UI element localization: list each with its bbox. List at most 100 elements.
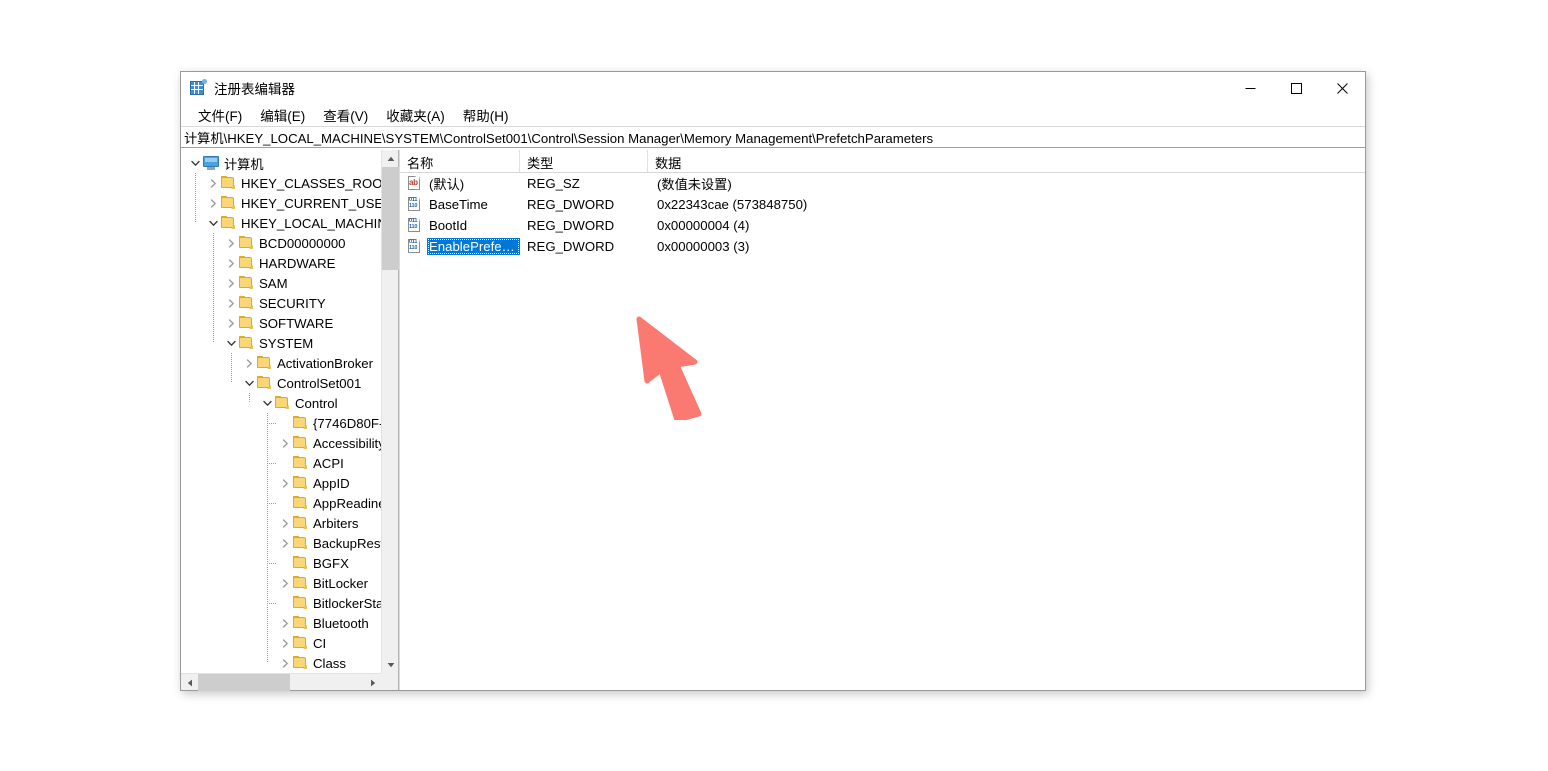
tree-node[interactable]: BitLocker <box>181 573 381 593</box>
value-type-cell: REG_DWORD <box>527 197 615 212</box>
registry-values-pane: 名称 类型 数据 ab (默认) REG_SZ (数值未设置) 011 110 BaseTi… <box>399 150 1365 690</box>
chevron-right-icon[interactable] <box>277 653 293 673</box>
chevron-right-icon[interactable] <box>223 293 239 313</box>
tree-node[interactable]: {7746D80F-97 <box>181 413 381 433</box>
chevron-right-icon[interactable] <box>277 573 293 593</box>
chevron-right-icon[interactable] <box>277 533 293 553</box>
tree-node[interactable]: CI <box>181 633 381 653</box>
chevron-right-icon[interactable] <box>277 633 293 653</box>
menu-item-view[interactable]: 查看(V) <box>314 103 377 128</box>
tree-node-label: Class <box>313 655 346 671</box>
tree-scrollbar-corner <box>381 673 398 690</box>
tree-node-label: BackupResto <box>313 535 381 551</box>
value-name-cell: ab (默认) <box>400 173 520 194</box>
tree-node[interactable]: HARDWARE <box>181 253 381 273</box>
menu-item-file[interactable]: 文件(F) <box>189 103 251 128</box>
folder-icon <box>293 436 309 450</box>
title-bar: 注册表编辑器 <box>181 72 1365 104</box>
folder-icon <box>221 176 237 190</box>
tree-node[interactable]: SECURITY <box>181 293 381 313</box>
tree-node-label: HKEY_CLASSES_ROOT <box>241 175 381 191</box>
tree-node[interactable]: ControlSet001 <box>181 373 381 393</box>
tree-node[interactable]: SOFTWARE <box>181 313 381 333</box>
tree-connector-line <box>267 423 277 424</box>
menu-item-favorites[interactable]: 收藏夹(A) <box>377 103 454 128</box>
column-header-type[interactable]: 类型 <box>520 150 648 172</box>
tree-node[interactable]: BCD00000000 <box>181 233 381 253</box>
tree-horizontal-scroll-thumb[interactable] <box>198 674 290 691</box>
column-header-data[interactable]: 数据 <box>648 150 1348 172</box>
folder-icon <box>293 456 309 470</box>
chevron-right-icon[interactable] <box>277 433 293 453</box>
tree-node[interactable]: BitlockerStatu <box>181 593 381 613</box>
tree-node[interactable]: HKEY_LOCAL_MACHINE <box>181 213 381 233</box>
tree-node[interactable]: SAM <box>181 273 381 293</box>
registry-value-row[interactable]: 011 110 BootId REG_DWORD 0x00000004 (4) <box>400 215 1365 236</box>
tree-scroll-left-button[interactable] <box>181 674 198 691</box>
tree-scroll-up-button[interactable] <box>382 150 399 167</box>
tree-node[interactable]: Bluetooth <box>181 613 381 633</box>
chevron-down-icon[interactable] <box>187 153 203 173</box>
window-body: 计算机 HKEY_CLASSES_ROOT HKEY_CURRENT_USER HKE… <box>181 150 1365 691</box>
tree-node-label: HARDWARE <box>259 255 336 271</box>
value-name-cell: 011 110 BaseTime <box>400 196 520 213</box>
folder-icon <box>293 516 309 530</box>
value-type-cell: REG_DWORD <box>527 239 615 254</box>
maximize-button[interactable] <box>1273 72 1319 104</box>
menu-item-edit[interactable]: 编辑(E) <box>251 103 314 128</box>
string-value-icon: ab <box>407 176 422 191</box>
chevron-right-icon[interactable] <box>241 353 257 373</box>
tree-node[interactable]: Control <box>181 393 381 413</box>
registry-value-row[interactable]: 011110 EnablePrefetch... REG_DWORD 0x000000… <box>400 236 1365 257</box>
tree-node-label: SECURITY <box>259 295 326 311</box>
tree-node-label: SOFTWARE <box>259 315 334 331</box>
tree-node-label: Control <box>295 395 338 411</box>
registry-editor-icon <box>190 79 207 96</box>
chevron-right-icon[interactable] <box>277 513 293 533</box>
tree-node[interactable]: AppReadines <box>181 493 381 513</box>
chevron-down-icon[interactable] <box>259 393 275 413</box>
tree-horizontal-scrollbar[interactable] <box>181 673 381 691</box>
chevron-right-icon[interactable] <box>223 313 239 333</box>
chevron-right-icon[interactable] <box>277 613 293 633</box>
chevron-down-icon[interactable] <box>223 333 239 353</box>
tree-vertical-scroll-thumb[interactable] <box>382 167 399 270</box>
menu-item-help[interactable]: 帮助(H) <box>454 103 518 128</box>
tree-node[interactable]: HKEY_CURRENT_USER <box>181 193 381 213</box>
close-button[interactable] <box>1319 72 1365 104</box>
tree-node[interactable]: SYSTEM <box>181 333 381 353</box>
folder-icon <box>257 356 273 370</box>
chevron-right-icon[interactable] <box>205 173 221 193</box>
value-data-cell: (数值未设置) <box>657 177 732 192</box>
registry-value-row[interactable]: ab (默认) REG_SZ (数值未设置) <box>400 173 1365 194</box>
chevron-right-icon[interactable] <box>277 473 293 493</box>
tree-node[interactable]: ActivationBroker <box>181 353 381 373</box>
tree-node[interactable]: BGFX <box>181 553 381 573</box>
value-name-label: BootId <box>429 218 468 233</box>
minimize-button[interactable] <box>1227 72 1273 104</box>
chevron-right-icon[interactable] <box>223 253 239 273</box>
column-header-name[interactable]: 名称 <box>400 150 520 172</box>
tree-node[interactable]: 计算机 <box>181 153 381 173</box>
tree-node[interactable]: BackupResto <box>181 533 381 553</box>
tree-vertical-scrollbar[interactable] <box>381 150 399 673</box>
tree-node[interactable]: AppID <box>181 473 381 493</box>
chevron-right-icon[interactable] <box>205 193 221 213</box>
address-bar[interactable]: 计算机\HKEY_LOCAL_MACHINE\SYSTEM\ControlSet… <box>181 126 1365 148</box>
tree-node[interactable]: HKEY_CLASSES_ROOT <box>181 173 381 193</box>
tree-connector-line <box>195 173 196 223</box>
chevron-down-icon[interactable] <box>205 213 221 233</box>
tree-node[interactable]: Arbiters <box>181 513 381 533</box>
tree-node[interactable]: AccessibilityS <box>181 433 381 453</box>
chevron-right-icon[interactable] <box>223 273 239 293</box>
registry-value-row[interactable]: 011 110 BaseTime REG_DWORD 0x22343cae (57384… <box>400 194 1365 215</box>
chevron-down-icon[interactable] <box>241 373 257 393</box>
tree-scroll-down-button[interactable] <box>382 656 399 673</box>
tree-node[interactable]: ACPI <box>181 453 381 473</box>
chevron-right-icon[interactable] <box>223 233 239 253</box>
tree-node[interactable]: Class <box>181 653 381 673</box>
tree-connector-line <box>267 503 277 504</box>
tree-scroll-right-button[interactable] <box>364 674 381 691</box>
tree-node-label: AppID <box>313 475 350 491</box>
computer-icon <box>203 156 220 170</box>
